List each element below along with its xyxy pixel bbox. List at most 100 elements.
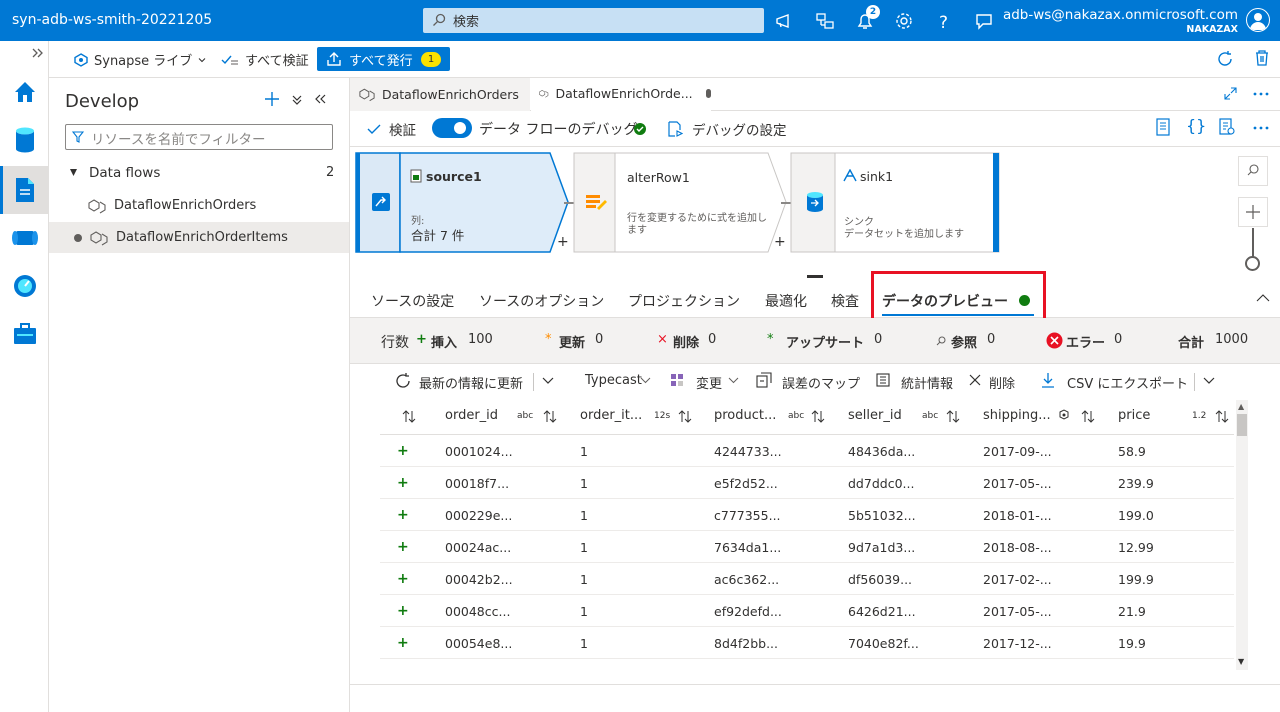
refresh-icon[interactable]	[1216, 50, 1234, 68]
column-header[interactable]: price	[1118, 408, 1150, 423]
modify-button[interactable]: 変更	[696, 373, 722, 392]
code-icon[interactable]: {}	[1186, 116, 1206, 135]
scroll-down-icon[interactable]: ▼	[1238, 657, 1244, 666]
table-cell: 1	[580, 572, 588, 587]
chevron-down-icon[interactable]	[1203, 377, 1215, 385]
user-tenant: NAKAZAX	[1186, 24, 1238, 35]
column-header[interactable]: order_it...	[580, 408, 642, 423]
sink-name: sink1	[860, 169, 894, 184]
tab-inspect[interactable]: 検査	[831, 291, 859, 311]
expand-rail-icon[interactable]	[32, 46, 44, 60]
export-csv-button[interactable]: CSV にエクスポート	[1067, 373, 1188, 392]
map-drifted-button[interactable]: 誤差のマップ	[782, 373, 860, 392]
scroll-up-icon[interactable]: ▲	[1238, 402, 1244, 411]
zoom-slider-thumb[interactable]	[1245, 256, 1260, 271]
sort-icon[interactable]	[678, 410, 692, 423]
feedback-icon[interactable]	[973, 10, 995, 32]
gear-icon[interactable]	[893, 10, 915, 32]
user-email[interactable]: adb-ws@nakazax.onmicrosoft.com	[1003, 7, 1238, 23]
error-count: 0	[1114, 332, 1123, 347]
lookup-count: 0	[987, 332, 996, 347]
caret-down-icon[interactable]	[69, 168, 78, 177]
column-type-badge: abc	[788, 411, 805, 421]
tab-projection[interactable]: プロジェクション	[628, 291, 740, 311]
canvas-search-button[interactable]	[1238, 156, 1268, 186]
insert-row-icon: +	[397, 571, 409, 587]
synapse-live-button[interactable]: Synapse ライブ	[74, 50, 206, 69]
maximize-icon[interactable]	[1224, 87, 1237, 100]
help-icon[interactable]: ?	[933, 10, 955, 32]
sort-icon[interactable]	[1081, 410, 1095, 423]
table-cell: 48436da...	[848, 444, 916, 459]
dataflow-item-selected[interactable]: DataflowEnrichOrderItems	[49, 222, 349, 253]
data-icon[interactable]	[14, 126, 36, 154]
zoom-slider-track[interactable]	[1252, 228, 1254, 258]
statistics-icon	[876, 373, 890, 387]
dataflows-section-title[interactable]: Data flows	[89, 165, 160, 181]
develop-icon[interactable]	[14, 176, 36, 204]
tab-dataflow-order-items[interactable]: DataflowEnrichOrde...	[531, 78, 711, 111]
add-icon[interactable]	[264, 91, 280, 107]
chevron-down-icon	[728, 377, 739, 384]
column-header[interactable]: shipping...	[983, 408, 1051, 423]
refresh-button[interactable]: 最新の情報に更新	[419, 373, 523, 392]
monitor-icon[interactable]	[12, 273, 38, 299]
sort-icon[interactable]	[811, 410, 825, 423]
collapse-panel-icon[interactable]	[314, 93, 328, 105]
more-options-icon[interactable]	[1253, 126, 1269, 130]
discard-icon[interactable]	[1254, 49, 1270, 67]
column-header[interactable]: product...	[714, 408, 776, 423]
refresh-icon[interactable]	[394, 372, 412, 390]
tab-dataflow-orders[interactable]: DataflowEnrichOrders	[350, 78, 530, 111]
workspace-name[interactable]: syn-adb-ws-smith-20221205	[12, 12, 212, 28]
chevron-down-icon	[640, 377, 651, 384]
directory-icon[interactable]	[814, 10, 836, 32]
panel-resize-handle[interactable]	[807, 275, 823, 278]
integrate-icon[interactable]	[11, 228, 39, 248]
typecast-button[interactable]: Typecast	[585, 373, 642, 388]
collapse-all-icon[interactable]	[291, 94, 303, 106]
tab-optimize[interactable]: 最適化	[765, 291, 807, 311]
remove-button[interactable]: 削除	[989, 373, 1015, 392]
validate-button[interactable]: 検証	[367, 119, 416, 139]
column-header[interactable]: seller_id	[848, 408, 902, 423]
table-cell: 239.9	[1118, 476, 1154, 491]
add-transform-plus[interactable]: +	[557, 234, 569, 250]
error-label: エラー	[1066, 336, 1106, 351]
add-transform-plus[interactable]: +	[774, 234, 786, 250]
statistics-button[interactable]: 統計情報	[901, 373, 953, 392]
sort-icon[interactable]	[1215, 410, 1229, 423]
chevron-down-icon[interactable]	[542, 377, 554, 385]
dataflow-item[interactable]: DataflowEnrichOrders	[49, 190, 349, 221]
grid-scroll-thumb[interactable]	[1237, 414, 1247, 436]
chevron-down-icon	[198, 57, 206, 62]
sort-icon[interactable]	[946, 410, 960, 423]
zoom-in-button[interactable]	[1238, 197, 1268, 227]
more-options-icon[interactable]	[1253, 92, 1269, 96]
synapse-icon	[74, 52, 88, 67]
properties-icon[interactable]	[1155, 118, 1171, 136]
column-header[interactable]: order_id	[445, 408, 498, 423]
script-icon[interactable]	[1218, 118, 1236, 136]
collapse-panel-icon[interactable]	[1256, 293, 1270, 302]
rows-label: 行数	[381, 335, 409, 351]
tab-label: DataflowEnrichOrders	[382, 87, 519, 102]
validate-all-button[interactable]: すべて検証	[221, 50, 309, 69]
debug-toggle[interactable]	[432, 118, 472, 138]
panel-bottom-border	[350, 684, 1280, 685]
manage-icon[interactable]	[12, 321, 38, 347]
table-cell: c777355...	[714, 508, 781, 523]
tab-source-options[interactable]: ソースのオプション	[479, 291, 604, 311]
dataflow-icon	[90, 230, 108, 245]
table-cell: 1	[580, 444, 588, 459]
avatar[interactable]	[1246, 8, 1270, 32]
table-cell: 7040e82f...	[848, 636, 919, 651]
announcement-icon[interactable]	[774, 10, 796, 32]
home-icon[interactable]	[12, 79, 38, 105]
tab-source-settings[interactable]: ソースの設定	[371, 291, 454, 311]
insert-label: 挿入	[431, 336, 458, 351]
sort-icon[interactable]	[543, 410, 557, 423]
sort-icon[interactable]	[402, 410, 416, 423]
debug-settings-button[interactable]: デバッグの設定	[667, 119, 787, 139]
grid-scrollbar[interactable]	[1236, 400, 1248, 670]
